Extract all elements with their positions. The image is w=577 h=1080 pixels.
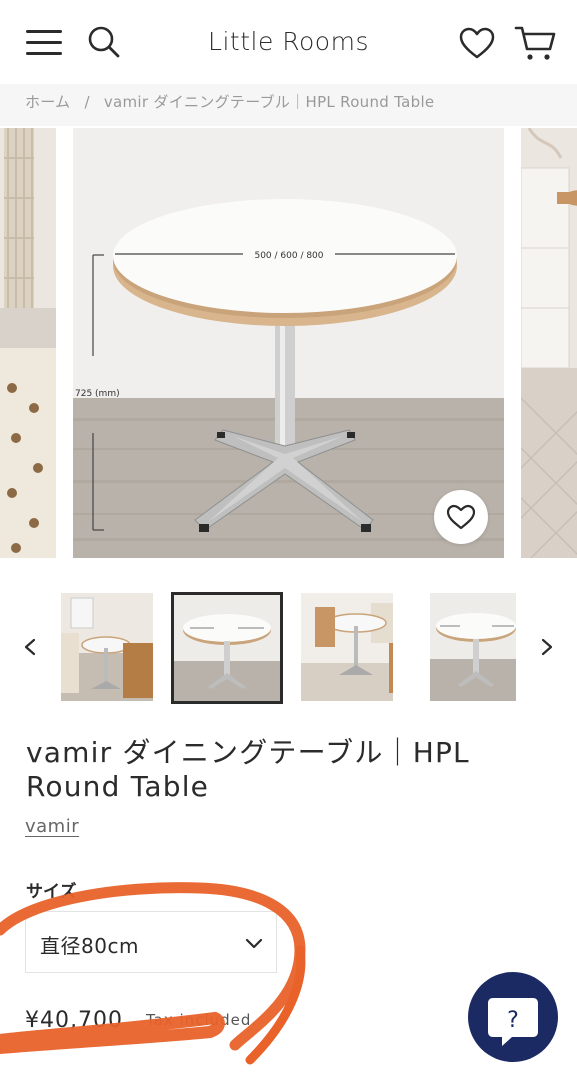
heart-icon[interactable] [458, 26, 496, 60]
help-chat-button[interactable]: ? [468, 972, 558, 1062]
breadcrumb-separator: / [84, 93, 90, 111]
gallery-slide-previous[interactable] [0, 128, 56, 558]
size-select[interactable]: 直径80cm [25, 911, 277, 973]
question-chat-icon: ? [488, 998, 538, 1046]
chevron-down-icon [245, 938, 263, 949]
chevron-left-icon[interactable] [20, 636, 40, 658]
breadcrumb-current: vamir ダイニングテーブル｜HPL Round Table [103, 93, 435, 111]
product-gallery[interactable]: 725 (mm) 500 / 600 / 800 [0, 128, 577, 558]
thumbnail-image-active[interactable] [171, 592, 283, 704]
cart-icon[interactable] [514, 24, 556, 62]
gallery-slide-next[interactable] [521, 128, 577, 558]
size-label: サイズ [26, 882, 77, 902]
chevron-right-icon[interactable] [537, 636, 557, 658]
thumbnail-image[interactable] [430, 593, 522, 701]
size-select-value: 直径80cm [40, 934, 139, 958]
dimension-height-label: 725 (mm) [75, 389, 120, 399]
tax-note: Tax included. [146, 1011, 258, 1029]
product-price: ¥40,700 [25, 1008, 123, 1033]
breadcrumb: ホーム / vamir ダイニングテーブル｜HPL Round Table [0, 84, 577, 126]
heart-outline-icon [446, 504, 476, 530]
thumbnail-image[interactable] [301, 593, 393, 701]
site-header: Little Rooms [0, 0, 577, 84]
product-title: vamir ダイニングテーブル｜HPL Round Table [26, 736, 470, 803]
breadcrumb-home-link[interactable]: ホーム [25, 93, 70, 111]
add-to-favorites-button[interactable] [434, 490, 488, 544]
help-label: ? [507, 1008, 519, 1033]
thumbnail-strip [0, 588, 577, 706]
vendor-link[interactable]: vamir [25, 816, 79, 837]
dimension-width-label: 500 / 600 / 800 [254, 251, 323, 261]
thumbnail-image[interactable] [61, 593, 153, 701]
